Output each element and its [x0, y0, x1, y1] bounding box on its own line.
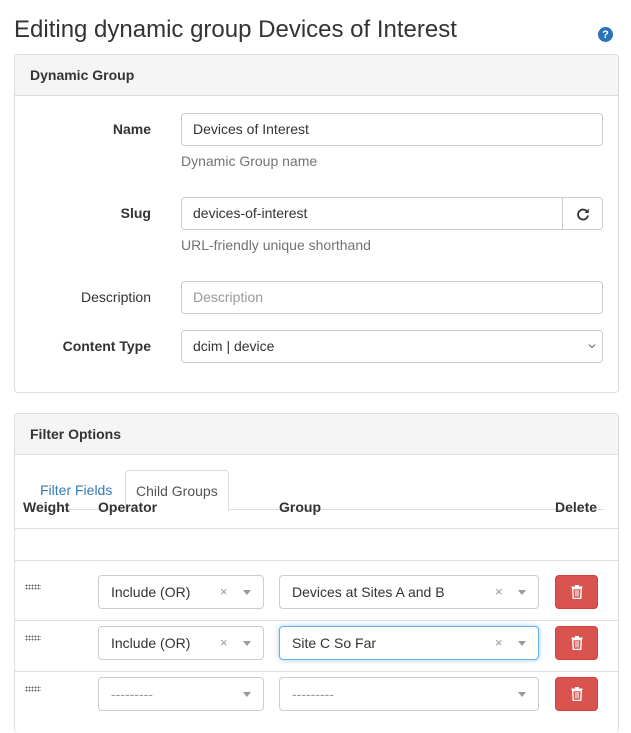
drag-handle-icon[interactable]: [25, 635, 41, 641]
group-select[interactable]: ---------: [279, 677, 539, 711]
caret-down-icon: [243, 641, 251, 646]
name-help-text: Dynamic Group name: [181, 153, 318, 169]
column-header-operator: Operator: [98, 499, 158, 515]
delete-row-button[interactable]: [555, 575, 598, 609]
trash-icon: [571, 636, 582, 650]
page-title: Editing dynamic group Devices of Interes…: [14, 16, 457, 43]
chevron-down-icon: [588, 344, 596, 349]
column-header-delete: Delete: [555, 499, 598, 515]
drag-handle-icon[interactable]: [25, 584, 41, 590]
description-input[interactable]: Description: [181, 281, 603, 314]
group-select[interactable]: Devices at Sites A and B ×: [279, 575, 539, 609]
slug-help-text: URL-friendly unique shorthand: [181, 237, 371, 253]
operator-value: Include (OR): [111, 584, 191, 600]
operator-select[interactable]: ---------: [98, 677, 264, 711]
slug-label: Slug: [120, 205, 151, 221]
content-type-label: Content Type: [62, 338, 151, 354]
group-value: ---------: [292, 686, 334, 702]
caret-down-icon: [243, 692, 251, 697]
trash-icon: [571, 687, 582, 701]
group-value: Site C So Far: [292, 635, 377, 651]
trash-icon: [571, 585, 582, 599]
table-top-border: [15, 528, 618, 529]
panel-heading: Filter Options: [15, 414, 618, 455]
clear-icon[interactable]: ×: [220, 576, 228, 608]
regenerate-slug-button[interactable]: [562, 197, 603, 230]
group-select[interactable]: Site C So Far ×: [279, 626, 539, 660]
content-type-select[interactable]: dcim | device: [181, 330, 603, 363]
clear-icon[interactable]: ×: [495, 627, 503, 659]
name-input[interactable]: Devices of Interest: [181, 113, 603, 146]
operator-select[interactable]: Include (OR) ×: [98, 626, 264, 660]
column-header-group: Group: [279, 499, 321, 515]
column-header-weight: Weight: [23, 499, 70, 515]
clear-icon[interactable]: ×: [220, 627, 228, 659]
caret-down-icon: [518, 641, 526, 646]
question-circle-icon[interactable]: ?: [598, 27, 613, 42]
filter-options-panel: Filter Options Filter Fields Child Group…: [14, 413, 619, 733]
name-label: Name: [112, 121, 151, 137]
dynamic-group-panel: Dynamic Group Name Devices of Interest D…: [14, 54, 619, 393]
operator-value: ---------: [111, 686, 153, 702]
operator-value: Include (OR): [111, 635, 191, 651]
row-divider: [15, 671, 618, 672]
operator-select[interactable]: Include (OR) ×: [98, 575, 264, 609]
panel-heading: Dynamic Group: [15, 55, 618, 96]
drag-handle-icon[interactable]: [25, 686, 41, 692]
description-label: Description: [80, 289, 151, 305]
caret-down-icon: [518, 692, 526, 697]
caret-down-icon: [243, 590, 251, 595]
group-value: Devices at Sites A and B: [292, 584, 445, 600]
caret-down-icon: [518, 590, 526, 595]
delete-row-button[interactable]: [555, 626, 598, 660]
refresh-icon: [576, 208, 589, 220]
content-type-value: dcim | device: [193, 338, 275, 354]
clear-icon[interactable]: ×: [495, 576, 503, 608]
header-divider: [15, 560, 618, 561]
row-divider: [15, 620, 618, 621]
slug-input[interactable]: devices-of-interest: [181, 197, 563, 230]
delete-row-button[interactable]: [555, 677, 598, 711]
